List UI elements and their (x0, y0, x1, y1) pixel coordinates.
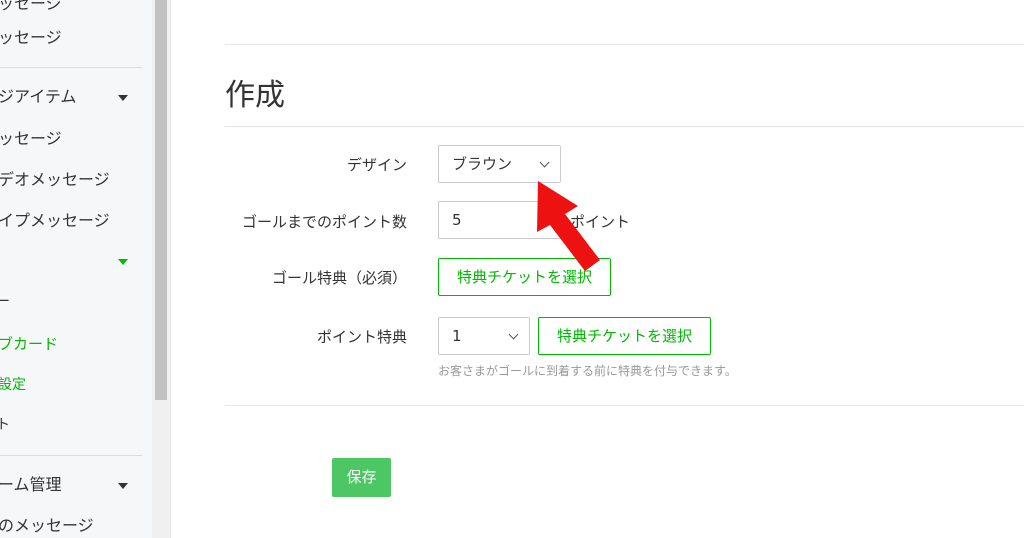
arrow-icon (537, 181, 600, 271)
red-arrow-shape (537, 181, 600, 271)
